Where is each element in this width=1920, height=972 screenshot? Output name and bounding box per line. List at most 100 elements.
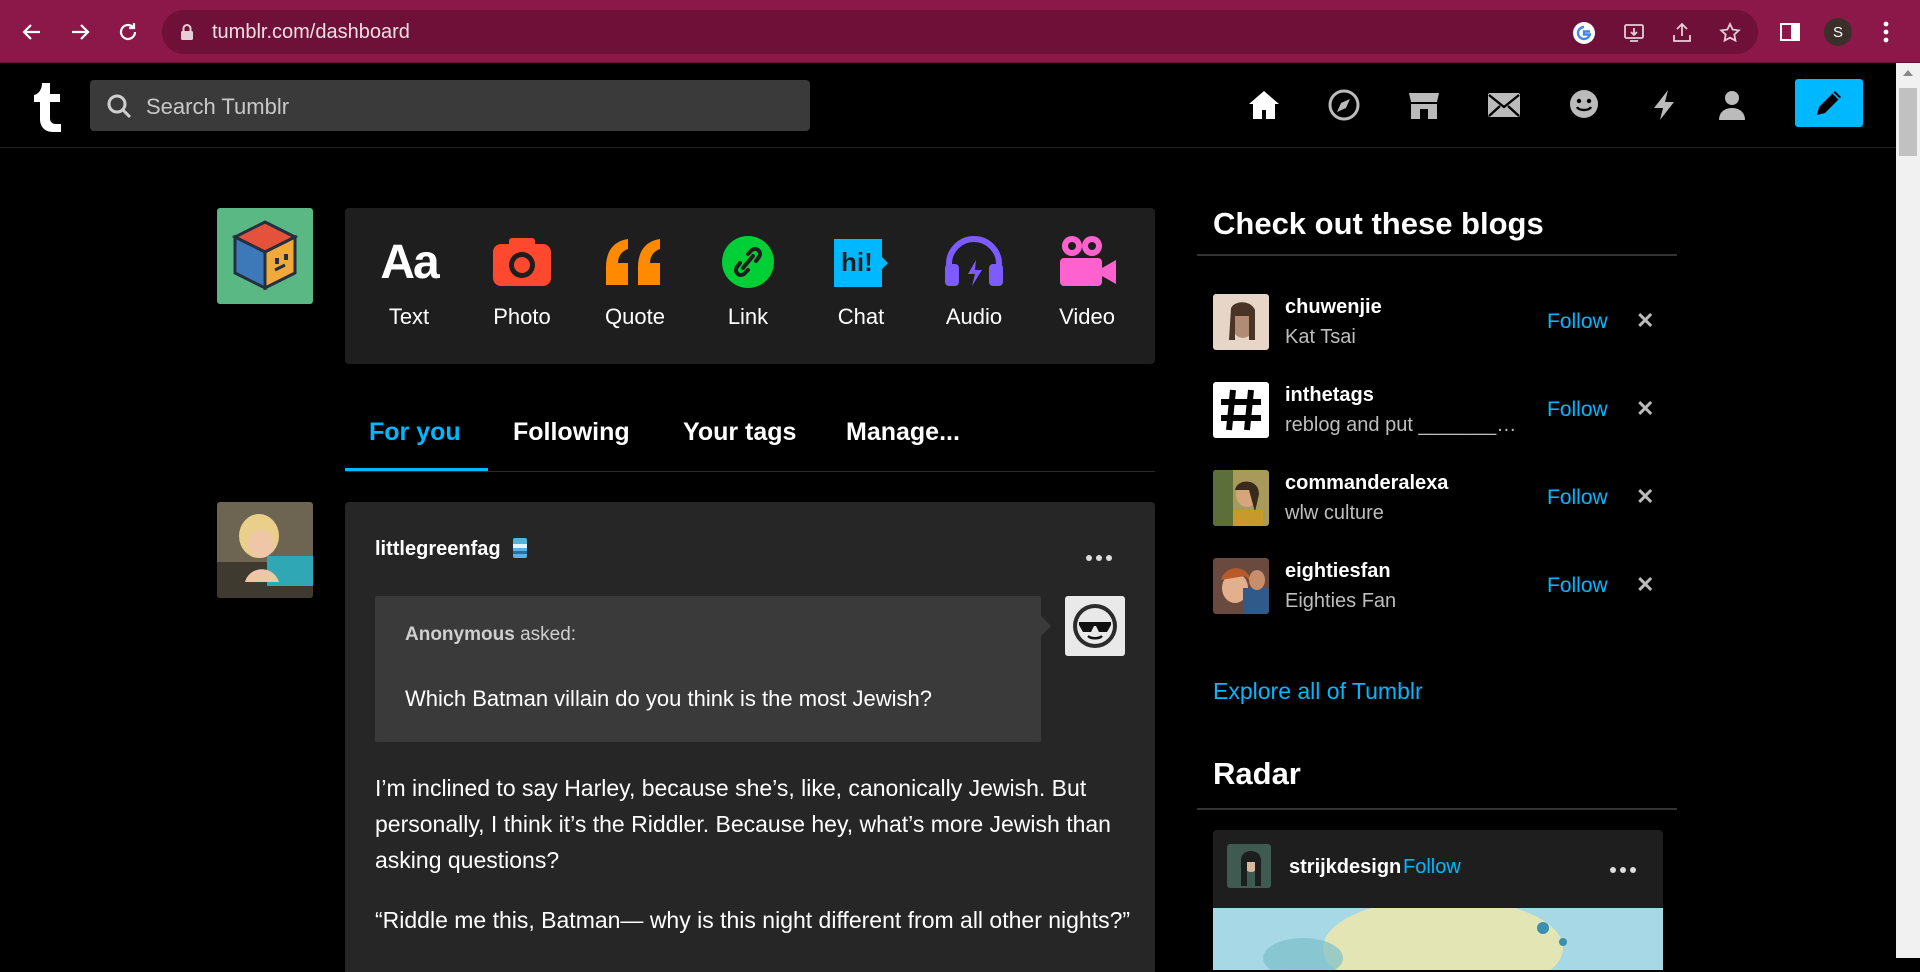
lightning-icon: [1654, 90, 1674, 120]
close-icon: ✕: [1636, 572, 1655, 597]
blog-avatar-photo: [1213, 470, 1269, 526]
follow-button[interactable]: Follow: [1547, 486, 1608, 510]
close-icon: ✕: [1636, 396, 1655, 421]
browser-toolbar: tumblr.com/dashboard S: [0, 0, 1920, 63]
scrollbar-track[interactable]: [1896, 63, 1920, 958]
side-panel-button[interactable]: [1772, 14, 1808, 50]
share-icon[interactable]: [1670, 21, 1694, 45]
google-icon[interactable]: [1572, 21, 1596, 45]
follow-button[interactable]: Follow: [1547, 398, 1608, 422]
post-type-photo[interactable]: Photo: [472, 232, 572, 330]
smiley-chat-icon: [1570, 90, 1598, 118]
follow-button[interactable]: Follow: [1547, 310, 1608, 334]
post-author-name[interactable]: littlegreenfag: [375, 538, 501, 561]
back-arrow-icon: [22, 24, 40, 40]
post-card: littlegreenfag Anonymous asked: Which Ba…: [345, 502, 1155, 972]
scrollbar-thumb[interactable]: [1899, 88, 1917, 156]
account-button[interactable]: [1712, 85, 1752, 125]
explore-button[interactable]: [1324, 85, 1364, 125]
profile-button[interactable]: S: [1820, 14, 1856, 50]
address-bar[interactable]: tumblr.com/dashboard: [162, 10, 1758, 54]
search-icon: [107, 94, 132, 119]
recommended-blog[interactable]: inthetags reblog and put ________... Fol…: [1213, 382, 1654, 440]
my-avatar[interactable]: [217, 208, 313, 304]
radar-options-button[interactable]: [1609, 854, 1637, 880]
dismiss-button[interactable]: ✕: [1636, 396, 1654, 422]
radar-blog-name[interactable]: strijkdesign: [1289, 856, 1401, 879]
shop-button[interactable]: [1404, 85, 1444, 125]
dismiss-button[interactable]: ✕: [1636, 572, 1654, 598]
ask-box: Anonymous asked: Which Batman villain do…: [375, 596, 1051, 742]
post-answer-paragraph-1: I’m inclined to say Harley, because she’…: [375, 775, 1111, 873]
chrome-menu-button[interactable]: [1868, 14, 1904, 50]
post-options-button[interactable]: [1085, 542, 1113, 568]
scroll-up-arrow-icon[interactable]: [1903, 70, 1913, 76]
tumblr-header: Search Tumblr: [0, 63, 1896, 148]
post-type-video[interactable]: Video: [1037, 232, 1137, 330]
blog-name[interactable]: chuwenjie: [1285, 296, 1382, 319]
explore-all-link[interactable]: Explore all of Tumblr: [1213, 678, 1423, 705]
post-type-chat[interactable]: hi! Chat: [811, 232, 911, 330]
dismiss-button[interactable]: ✕: [1636, 484, 1654, 510]
blog-subtitle: wlw culture: [1285, 502, 1384, 524]
forward-arrow-icon: [72, 24, 90, 40]
activity-button[interactable]: [1644, 85, 1684, 125]
inbox-button[interactable]: [1484, 85, 1524, 125]
compose-button[interactable]: [1795, 79, 1863, 127]
reload-button[interactable]: [110, 14, 146, 50]
radar-follow-button[interactable]: Follow: [1403, 856, 1461, 879]
messaging-button[interactable]: [1564, 85, 1604, 125]
recommended-blog[interactable]: chuwenjie Kat Tsai Follow ✕: [1213, 294, 1654, 352]
blog-avatar[interactable]: [1213, 470, 1269, 526]
install-app-icon[interactable]: [1622, 21, 1646, 45]
chat-icon: hi!: [834, 239, 888, 287]
blog-avatar[interactable]: [1213, 558, 1269, 614]
radar-post-image[interactable]: [1213, 898, 1663, 970]
search-placeholder: Search Tumblr: [146, 94, 290, 119]
close-icon: ✕: [1636, 308, 1655, 333]
dismiss-button[interactable]: ✕: [1636, 308, 1654, 334]
tumblr-logo-icon[interactable]: [30, 79, 66, 133]
post-answer-paragraph-2: “Riddle me this, Batman— why is this nig…: [375, 907, 1131, 933]
radar-blog-avatar[interactable]: [1227, 844, 1271, 888]
blog-name[interactable]: commanderalexa: [1285, 472, 1448, 495]
dashboard-tabs: For you Following Your tags Manage...: [345, 400, 1155, 472]
shop-icon: [1409, 93, 1439, 119]
blog-name[interactable]: eightiesfan: [1285, 560, 1391, 583]
url-text: tumblr.com/dashboard: [212, 21, 410, 43]
tab-following[interactable]: Following: [513, 418, 630, 447]
ask-question: Which Batman villain do you think is the…: [405, 686, 933, 711]
back-button[interactable]: [14, 14, 50, 50]
reload-icon: [119, 23, 137, 41]
forward-button[interactable]: [62, 14, 98, 50]
bookmark-star-icon[interactable]: [1718, 21, 1742, 45]
post-type-audio[interactable]: Audio: [924, 232, 1024, 330]
post-type-quote[interactable]: Quote: [585, 232, 685, 330]
recommended-blog[interactable]: eightiesfan Eighties Fan Follow ✕: [1213, 558, 1654, 616]
blog-avatar-photo: [1213, 294, 1269, 350]
video-camera-icon: [1060, 236, 1116, 286]
post-type-text[interactable]: Aa Text: [359, 232, 459, 330]
tab-your-tags[interactable]: Your tags: [683, 418, 796, 447]
blue-drink-badge-icon: [513, 538, 527, 558]
post-type-link[interactable]: Link: [698, 232, 798, 330]
search-bar[interactable]: Search Tumblr: [90, 80, 810, 131]
text-icon: Aa: [380, 235, 439, 289]
blog-name[interactable]: inthetags: [1285, 384, 1374, 407]
tab-manage[interactable]: Manage...: [846, 418, 960, 447]
radar-title: Radar: [1197, 740, 1677, 810]
follow-button[interactable]: Follow: [1547, 574, 1608, 598]
tab-for-you[interactable]: For you: [369, 418, 461, 447]
mail-icon: [1488, 93, 1520, 117]
pencil-icon: [1817, 91, 1841, 115]
blog-avatar[interactable]: [1213, 294, 1269, 350]
blog-subtitle: Eighties Fan: [1285, 590, 1397, 612]
recommended-blog[interactable]: commanderalexa wlw culture Follow ✕: [1213, 470, 1654, 528]
active-tab-indicator: [345, 468, 488, 471]
link-icon: [722, 236, 774, 288]
more-dots-icon: [1086, 555, 1112, 561]
home-button[interactable]: [1244, 85, 1284, 125]
post-author-avatar[interactable]: [217, 502, 313, 598]
blog-avatar[interactable]: [1213, 382, 1269, 438]
close-icon: ✕: [1636, 484, 1655, 509]
